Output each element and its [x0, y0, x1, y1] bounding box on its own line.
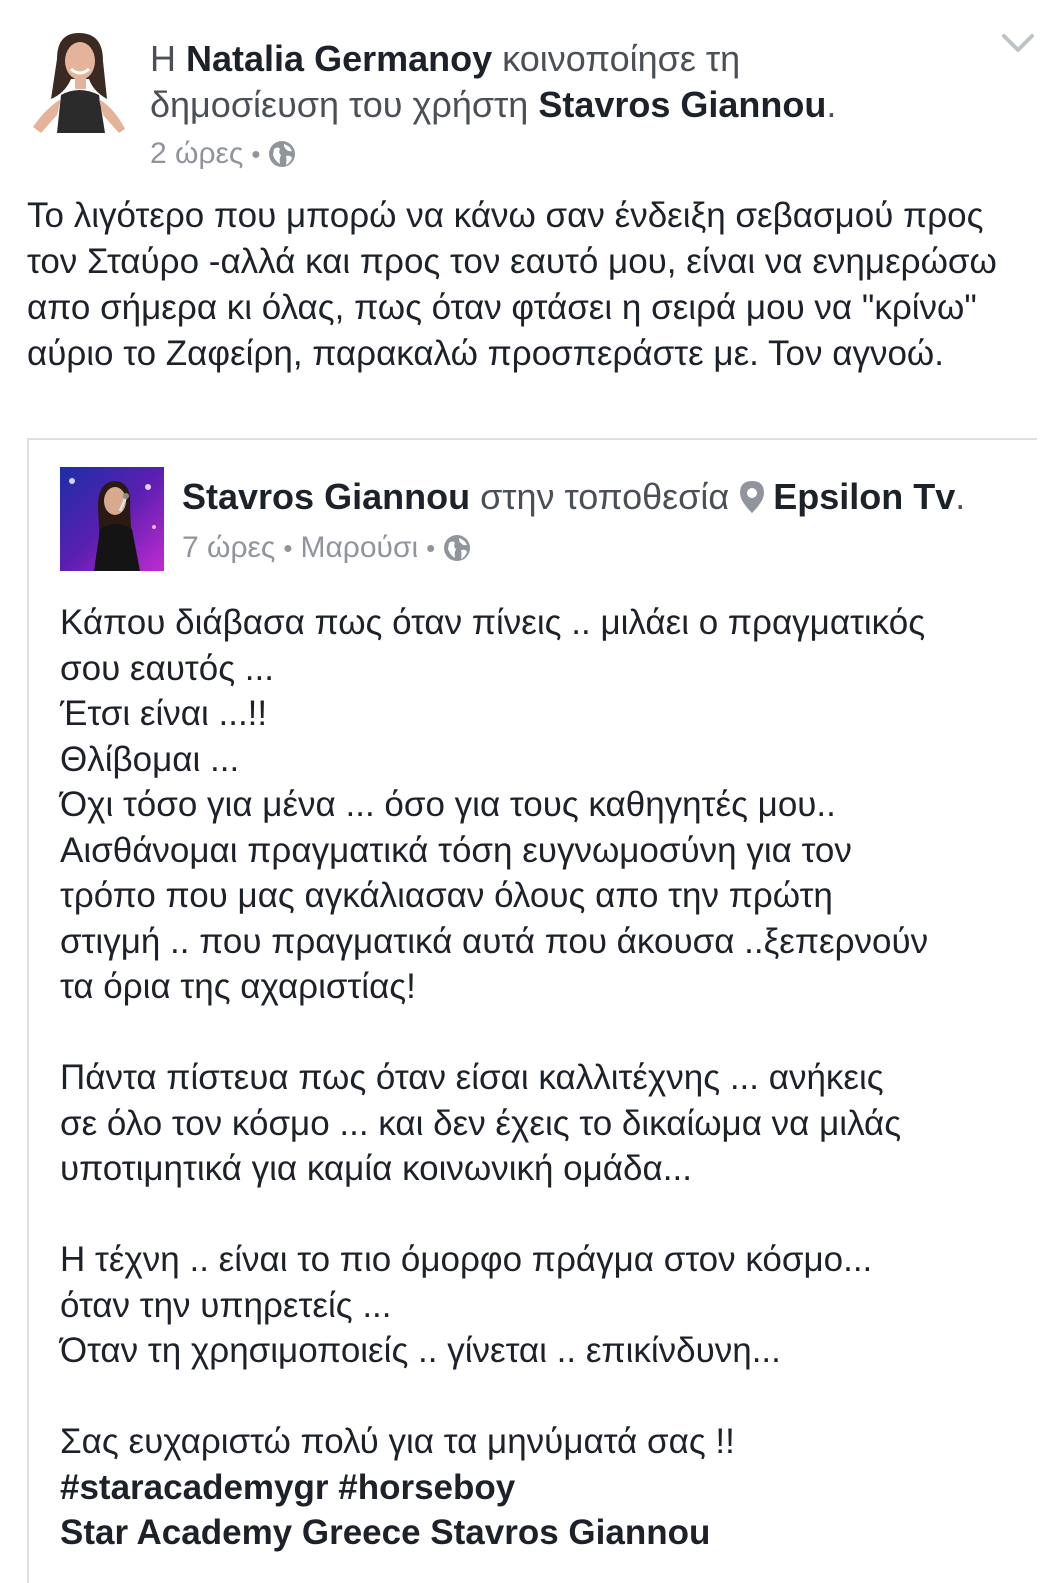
share-meta: 2 ώρες •	[150, 134, 296, 174]
post-line: Έτσι είναι ...!!	[60, 694, 268, 733]
location-pin-icon	[740, 481, 765, 513]
original-author-name[interactable]: Stavros Giannou	[182, 476, 470, 517]
post-line: Θλίβομαι ...	[60, 739, 240, 779]
original-place[interactable]: Μαρούσι	[300, 528, 418, 568]
post-line: Όταν τη χρησιμοποιείς .. γίνεται .. επικ…	[60, 1331, 781, 1370]
location-prefix: στην τοποθεσία	[480, 476, 730, 517]
post-line: τα όρια της αχαριστίας!	[60, 967, 416, 1006]
share-caption: Το λιγότερο που μπορώ να κάνω σαν ένδειξ…	[27, 196, 997, 373]
sharer-name[interactable]: Natalia Germanoy	[186, 38, 492, 79]
original-timestamp[interactable]: 7 ώρες	[182, 528, 275, 568]
share-verb: κοινοποίησε τη	[502, 38, 741, 79]
location-link[interactable]: Epsilon Tv	[773, 476, 955, 517]
author-avatar[interactable]	[60, 467, 164, 571]
share-header: Η Natalia Germanoy κοινοποίησε τη δημοσί…	[150, 36, 970, 128]
post-line: Κάπου διάβασα πως όταν πίνεις .. μιλάει …	[60, 603, 926, 642]
shared-post: Η Natalia Germanoy κοινοποίησε τη δημοσί…	[0, 0, 1043, 1583]
post-line: υποτιμητικά για καμία κοινωνική ομάδα...	[60, 1149, 692, 1188]
post-line: σε όλο τον κόσμο ... και δεν έχεις το δι…	[60, 1103, 902, 1143]
share-suffix: .	[826, 84, 837, 125]
post-line: σου εαυτός ...	[60, 648, 274, 688]
original-post-body: Κάπου διάβασα πως όταν πίνεις .. μιλάει …	[60, 600, 1020, 1556]
meta-separator: •	[426, 533, 436, 563]
post-line: όταν την υπηρετείς ...	[60, 1285, 392, 1325]
share-line2: δημοσίευση του χρήστη	[150, 84, 529, 125]
original-author-link[interactable]: Stavros Giannou	[538, 84, 826, 125]
share-timestamp[interactable]: 2 ώρες	[150, 134, 243, 174]
post-line: στιγμή .. που πραγματικά αυτά που άκουσα…	[60, 921, 929, 961]
header-suffix: .	[955, 476, 966, 517]
share-prefix: Η	[150, 38, 176, 79]
original-post-card[interactable]: Stavros Giannou στην τοποθεσία Epsilon T…	[27, 438, 1037, 1583]
sharer-avatar[interactable]	[27, 29, 131, 133]
post-line: Πάντα πίστευα πως όταν είσαι καλλιτέχνης…	[60, 1058, 884, 1097]
chevron-down-icon[interactable]	[1000, 30, 1036, 56]
globe-icon[interactable]	[443, 534, 471, 562]
post-line: τρόπο που μας αγκάλιασαν όλους απο την π…	[60, 876, 833, 915]
post-line: Αισθάνομαι πραγματικά τόση ευγνωμοσύνη γ…	[60, 830, 852, 870]
post-line: Σας ευχαριστώ πολύ για τα μηνύματά σας !…	[60, 1422, 735, 1461]
post-line: Όχι τόσο για μένα ... όσο για τους καθηγ…	[60, 785, 836, 824]
globe-icon[interactable]	[268, 140, 296, 168]
post-line: Η τέχνη .. είναι το πιο όμορφο πράγμα στ…	[60, 1240, 873, 1279]
meta-separator: •	[283, 533, 293, 563]
tagged-pages[interactable]: Star Academy Greece Stavros Giannou	[60, 1510, 1020, 1556]
original-post-meta: 7 ώρες • Μαρούσι •	[182, 528, 471, 568]
original-post-header: Stavros Giannou στην τοποθεσία Epsilon T…	[182, 474, 1022, 520]
meta-separator: •	[251, 139, 261, 169]
hashtag-links[interactable]: #staracademygr #horseboy	[60, 1465, 1020, 1511]
